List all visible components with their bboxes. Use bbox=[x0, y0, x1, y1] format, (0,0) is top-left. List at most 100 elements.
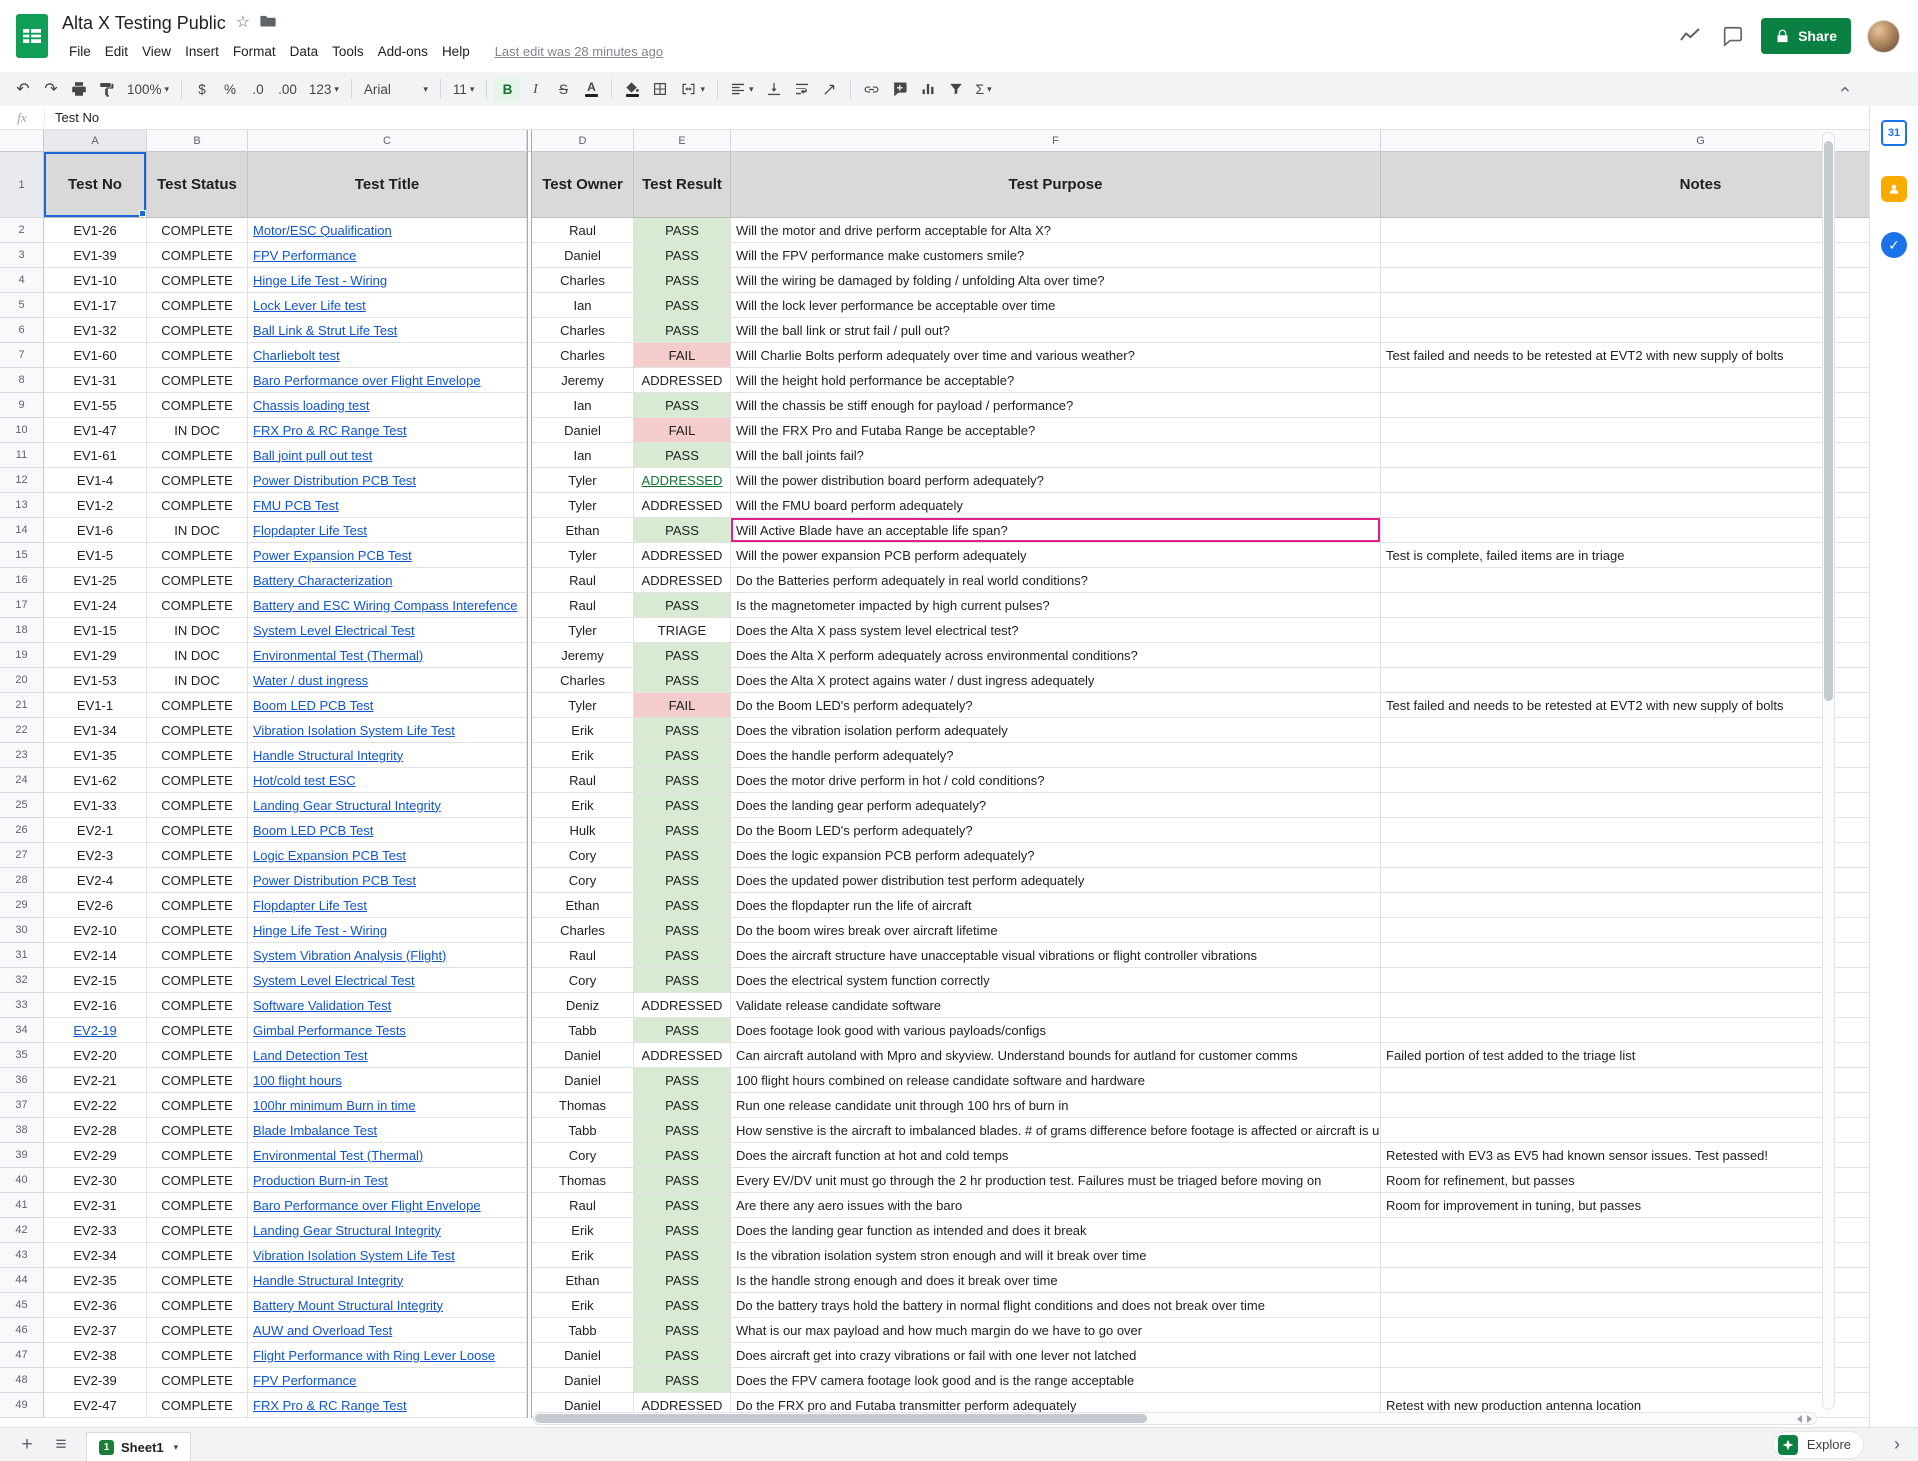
cell-C9[interactable]: Chassis loading test bbox=[248, 393, 527, 418]
cell-G46[interactable] bbox=[1381, 1318, 1869, 1343]
cell-G29[interactable] bbox=[1381, 893, 1869, 918]
row-header-40[interactable]: 40 bbox=[0, 1168, 44, 1193]
cell-D45[interactable]: Erik bbox=[532, 1293, 634, 1318]
scroll-right-arrow-icon[interactable] bbox=[1807, 1415, 1812, 1423]
cell-C39[interactable]: Environmental Test (Thermal) bbox=[248, 1143, 527, 1168]
column-header-G[interactable]: G bbox=[1381, 130, 1869, 152]
cell-F3[interactable]: Will the FPV performance make customers … bbox=[731, 243, 1381, 268]
cell-E40[interactable]: PASS bbox=[634, 1168, 731, 1193]
cell-B20[interactable]: IN DOC bbox=[147, 668, 248, 693]
cell-D14[interactable]: Ethan bbox=[532, 518, 634, 543]
cell-A13[interactable]: EV1-2 bbox=[44, 493, 147, 518]
cell-D4[interactable]: Charles bbox=[532, 268, 634, 293]
merge-cells-button[interactable]: ▾ bbox=[675, 76, 710, 102]
cell-C34[interactable]: Gimbal Performance Tests bbox=[248, 1018, 527, 1043]
last-edit-link[interactable]: Last edit was 28 minutes ago bbox=[495, 44, 663, 59]
cell-A32[interactable]: EV2-15 bbox=[44, 968, 147, 993]
cell-E35[interactable]: ADDRESSED bbox=[634, 1043, 731, 1068]
cell-A8[interactable]: EV1-31 bbox=[44, 368, 147, 393]
explore-button[interactable]: Explore bbox=[1773, 1431, 1864, 1459]
cell-G1[interactable]: Notes bbox=[1381, 152, 1869, 218]
cell-A42[interactable]: EV2-33 bbox=[44, 1218, 147, 1243]
cell-E23[interactable]: PASS bbox=[634, 743, 731, 768]
cell-A28[interactable]: EV2-4 bbox=[44, 868, 147, 893]
cell-G5[interactable] bbox=[1381, 293, 1869, 318]
cell-F18[interactable]: Does the Alta X pass system level electr… bbox=[731, 618, 1381, 643]
cell-D24[interactable]: Raul bbox=[532, 768, 634, 793]
cell-C38[interactable]: Blade Imbalance Test bbox=[248, 1118, 527, 1143]
cell-B1[interactable]: Test Status bbox=[147, 152, 248, 218]
cell-E20[interactable]: PASS bbox=[634, 668, 731, 693]
cell-E19[interactable]: PASS bbox=[634, 643, 731, 668]
cell-A29[interactable]: EV2-6 bbox=[44, 893, 147, 918]
row-header-4[interactable]: 4 bbox=[0, 268, 44, 293]
cell-G34[interactable] bbox=[1381, 1018, 1869, 1043]
all-sheets-button[interactable]: ≡ bbox=[46, 1432, 76, 1458]
cell-C2[interactable]: Motor/ESC Qualification bbox=[248, 218, 527, 243]
cell-E42[interactable]: PASS bbox=[634, 1218, 731, 1243]
menu-help[interactable]: Help bbox=[435, 42, 477, 61]
row-header-42[interactable]: 42 bbox=[0, 1218, 44, 1243]
cell-G48[interactable] bbox=[1381, 1368, 1869, 1393]
cell-D32[interactable]: Cory bbox=[532, 968, 634, 993]
cell-G20[interactable] bbox=[1381, 668, 1869, 693]
cell-A15[interactable]: EV1-5 bbox=[44, 543, 147, 568]
vertical-scrollbar[interactable] bbox=[1822, 132, 1835, 1410]
redo-button[interactable]: ↷ bbox=[38, 76, 64, 102]
menu-format[interactable]: Format bbox=[226, 42, 283, 61]
cell-A43[interactable]: EV2-34 bbox=[44, 1243, 147, 1268]
cell-E39[interactable]: PASS bbox=[634, 1143, 731, 1168]
cell-G37[interactable] bbox=[1381, 1093, 1869, 1118]
cell-G24[interactable] bbox=[1381, 768, 1869, 793]
cell-E43[interactable]: PASS bbox=[634, 1243, 731, 1268]
cell-E36[interactable]: PASS bbox=[634, 1068, 731, 1093]
cell-B13[interactable]: COMPLETE bbox=[147, 493, 248, 518]
cell-F15[interactable]: Will the power expansion PCB perform ade… bbox=[731, 543, 1381, 568]
filter-button[interactable] bbox=[943, 76, 969, 102]
cell-E12[interactable]: ADDRESSED bbox=[634, 468, 731, 493]
cell-D40[interactable]: Thomas bbox=[532, 1168, 634, 1193]
cell-E15[interactable]: ADDRESSED bbox=[634, 543, 731, 568]
add-sheet-button[interactable]: + bbox=[12, 1432, 42, 1458]
cell-G18[interactable] bbox=[1381, 618, 1869, 643]
row-header-45[interactable]: 45 bbox=[0, 1293, 44, 1318]
cell-B42[interactable]: COMPLETE bbox=[147, 1218, 248, 1243]
column-header-F[interactable]: F bbox=[731, 130, 1381, 152]
row-header-15[interactable]: 15 bbox=[0, 543, 44, 568]
cell-B17[interactable]: COMPLETE bbox=[147, 593, 248, 618]
cell-A17[interactable]: EV1-24 bbox=[44, 593, 147, 618]
cell-B12[interactable]: COMPLETE bbox=[147, 468, 248, 493]
cell-E37[interactable]: PASS bbox=[634, 1093, 731, 1118]
cell-G32[interactable] bbox=[1381, 968, 1869, 993]
menu-insert[interactable]: Insert bbox=[178, 42, 226, 61]
cell-B22[interactable]: COMPLETE bbox=[147, 718, 248, 743]
cell-E1[interactable]: Test Result bbox=[634, 152, 731, 218]
cell-B49[interactable]: COMPLETE bbox=[147, 1393, 248, 1418]
cell-E34[interactable]: PASS bbox=[634, 1018, 731, 1043]
cell-G3[interactable] bbox=[1381, 243, 1869, 268]
cell-G28[interactable] bbox=[1381, 868, 1869, 893]
cell-E47[interactable]: PASS bbox=[634, 1343, 731, 1368]
cell-C26[interactable]: Boom LED PCB Test bbox=[248, 818, 527, 843]
cell-D43[interactable]: Erik bbox=[532, 1243, 634, 1268]
cell-G7[interactable]: Test failed and needs to be retested at … bbox=[1381, 343, 1869, 368]
cell-D15[interactable]: Tyler bbox=[532, 543, 634, 568]
cell-A18[interactable]: EV1-15 bbox=[44, 618, 147, 643]
column-header-A[interactable]: A bbox=[44, 130, 147, 152]
cell-A24[interactable]: EV1-62 bbox=[44, 768, 147, 793]
cell-F44[interactable]: Is the handle strong enough and does it … bbox=[731, 1268, 1381, 1293]
row-header-25[interactable]: 25 bbox=[0, 793, 44, 818]
row-header-14[interactable]: 14 bbox=[0, 518, 44, 543]
row-header-27[interactable]: 27 bbox=[0, 843, 44, 868]
cell-A37[interactable]: EV2-22 bbox=[44, 1093, 147, 1118]
row-header-21[interactable]: 21 bbox=[0, 693, 44, 718]
cell-A16[interactable]: EV1-25 bbox=[44, 568, 147, 593]
cell-F6[interactable]: Will the ball link or strut fail / pull … bbox=[731, 318, 1381, 343]
row-header-43[interactable]: 43 bbox=[0, 1243, 44, 1268]
cell-F35[interactable]: Can aircraft autoland with Mpro and skyv… bbox=[731, 1043, 1381, 1068]
cell-D38[interactable]: Tabb bbox=[532, 1118, 634, 1143]
side-panel-toggle-icon[interactable]: › bbox=[1894, 1434, 1900, 1455]
cell-E14[interactable]: PASS bbox=[634, 518, 731, 543]
cell-B28[interactable]: COMPLETE bbox=[147, 868, 248, 893]
cell-E10[interactable]: FAIL bbox=[634, 418, 731, 443]
